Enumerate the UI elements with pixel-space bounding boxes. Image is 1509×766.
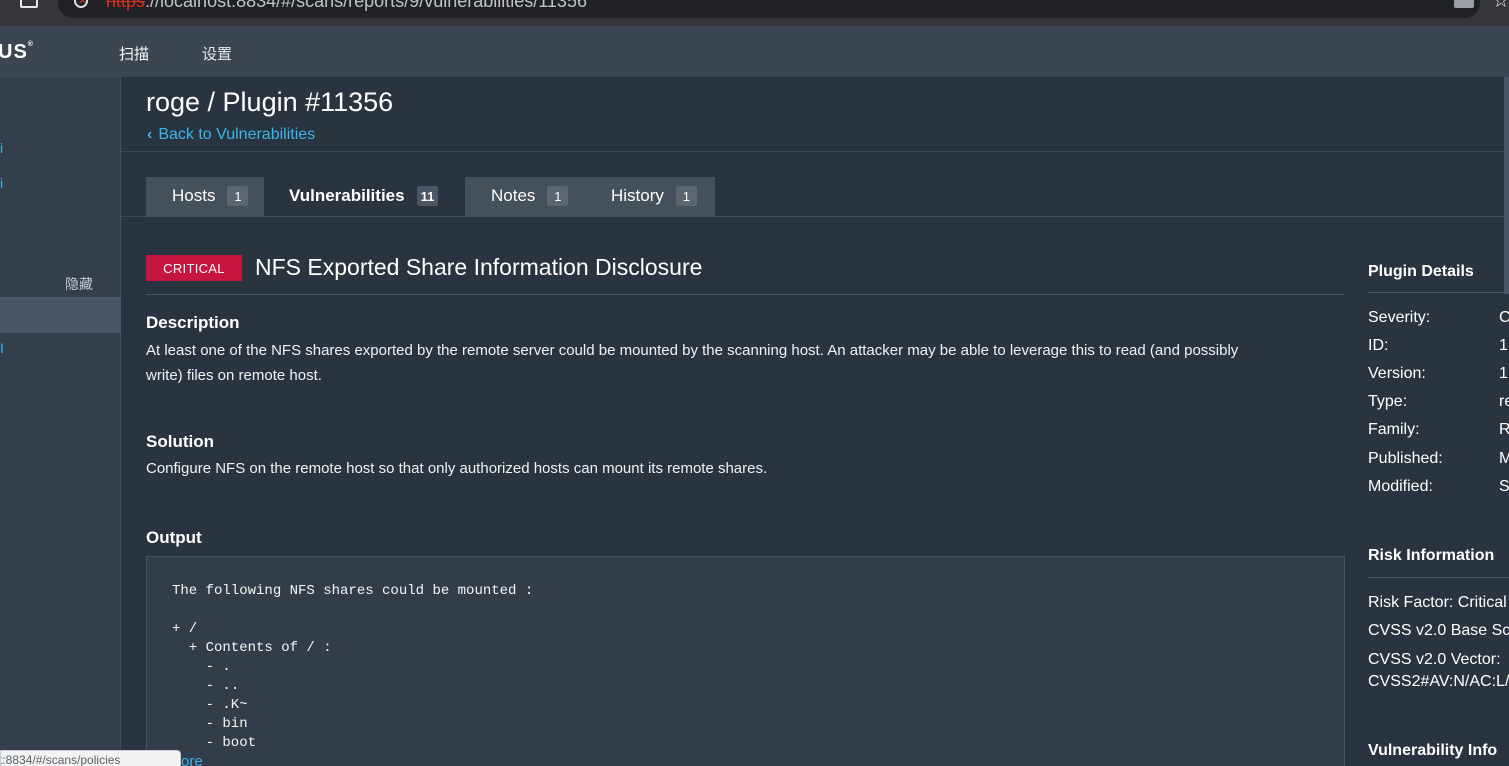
- tab-overview-icon[interactable]: [20, 0, 38, 8]
- tab-notes[interactable]: Notes 1: [465, 177, 581, 216]
- browser-toolbar: https://localhost:8834/#/scans/reports/9…: [0, 0, 1509, 26]
- cvss-vector-value: CVSS2#AV:N/AC:L/: [1368, 673, 1509, 690]
- sidebar: i i 隐藏 I: [0, 77, 121, 766]
- top-navigation: US® 扫描 设置: [0, 26, 1509, 77]
- bookmark-star-icon[interactable]: ☆: [1492, 0, 1509, 13]
- detail-value-id: 1: [1499, 337, 1508, 354]
- detail-value-modified: S: [1499, 478, 1509, 495]
- divider: [1368, 292, 1509, 293]
- tab-count-badge: 1: [675, 186, 697, 206]
- detail-value-severity: C: [1499, 309, 1509, 326]
- risk-information-heading: Risk Information: [1368, 547, 1495, 564]
- tab-hosts[interactable]: Hosts 1: [146, 177, 264, 216]
- sidebar-link-1[interactable]: i: [0, 140, 3, 156]
- solution-text: Configure NFS on the remote host so that…: [146, 460, 768, 477]
- status-bar-url: st:8834/#/scans/policies: [0, 750, 181, 766]
- sidebar-hide-toggle[interactable]: 隐藏: [65, 274, 93, 294]
- chevron-left-icon: ‹: [147, 126, 153, 143]
- divider: [146, 294, 1344, 295]
- page-title: roge / Plugin #11356: [146, 87, 394, 117]
- detail-label-severity: Severity:: [1368, 309, 1431, 326]
- divider: [121, 216, 146, 217]
- tab-count-badge: 1: [547, 186, 569, 206]
- cvss-base-score: CVSS v2.0 Base Sco: [1368, 622, 1509, 639]
- detail-label-modified: Modified:: [1368, 478, 1433, 495]
- divider: [121, 151, 1509, 152]
- tabs-underline: [146, 216, 1509, 217]
- tab-count-badge: 11: [416, 186, 439, 206]
- description-text: At least one of the NFS shares exported …: [146, 342, 1239, 384]
- detail-label-type: Type:: [1368, 393, 1408, 410]
- detail-value-family: R: [1499, 421, 1509, 438]
- detail-label-version: Version:: [1368, 365, 1426, 382]
- back-to-vulnerabilities-link[interactable]: ‹ Back to Vulnerabilities: [147, 126, 315, 144]
- translate-icon[interactable]: [1454, 0, 1474, 8]
- address-url[interactable]: https://localhost:8834/#/scans/reports/9…: [106, 0, 587, 12]
- insecure-connection-icon[interactable]: [74, 0, 88, 8]
- nav-settings[interactable]: 设置: [202, 43, 232, 64]
- tab-history[interactable]: History 1: [581, 177, 715, 216]
- address-bar[interactable]: https://localhost:8834/#/scans/reports/9…: [58, 0, 1480, 18]
- tab-count-badge: 1: [227, 186, 249, 206]
- detail-value-published: M: [1499, 450, 1509, 467]
- detail-label-id: ID:: [1368, 337, 1389, 354]
- detail-value-type: re: [1499, 393, 1509, 410]
- severity-badge: CRITICAL: [146, 255, 242, 281]
- app-logo[interactable]: US®: [0, 41, 34, 64]
- plugin-details-heading: Plugin Details: [1368, 263, 1474, 280]
- right-panel-scrollbar[interactable]: [1504, 77, 1509, 294]
- detail-value-version: 1: [1499, 365, 1508, 382]
- detail-label-published: Published:: [1368, 450, 1443, 467]
- cvss-vector-label: CVSS v2.0 Vector:: [1368, 651, 1501, 668]
- tab-vulnerabilities[interactable]: Vulnerabilities 11: [265, 177, 464, 217]
- plugin-output-text: The following NFS shares could be mounte…: [172, 583, 534, 751]
- risk-factor: Risk Factor: Critical: [1368, 594, 1507, 611]
- detail-label-family: Family:: [1368, 421, 1420, 438]
- output-heading: Output: [146, 528, 202, 547]
- vulnerability-title: NFS Exported Share Information Disclosur…: [255, 254, 703, 280]
- sidebar-item-active[interactable]: [0, 297, 121, 333]
- description-heading: Description: [146, 313, 240, 332]
- divider: [1368, 577, 1509, 578]
- output-box: The following NFS shares could be mounte…: [146, 556, 1345, 766]
- solution-heading: Solution: [146, 432, 214, 451]
- sidebar-link-3[interactable]: I: [0, 340, 4, 356]
- sidebar-link-2[interactable]: i: [0, 175, 3, 191]
- show-more-link[interactable]: ore: [181, 753, 203, 766]
- nav-scans[interactable]: 扫描: [119, 43, 149, 64]
- vulnerability-information-heading: Vulnerability Info: [1368, 742, 1498, 759]
